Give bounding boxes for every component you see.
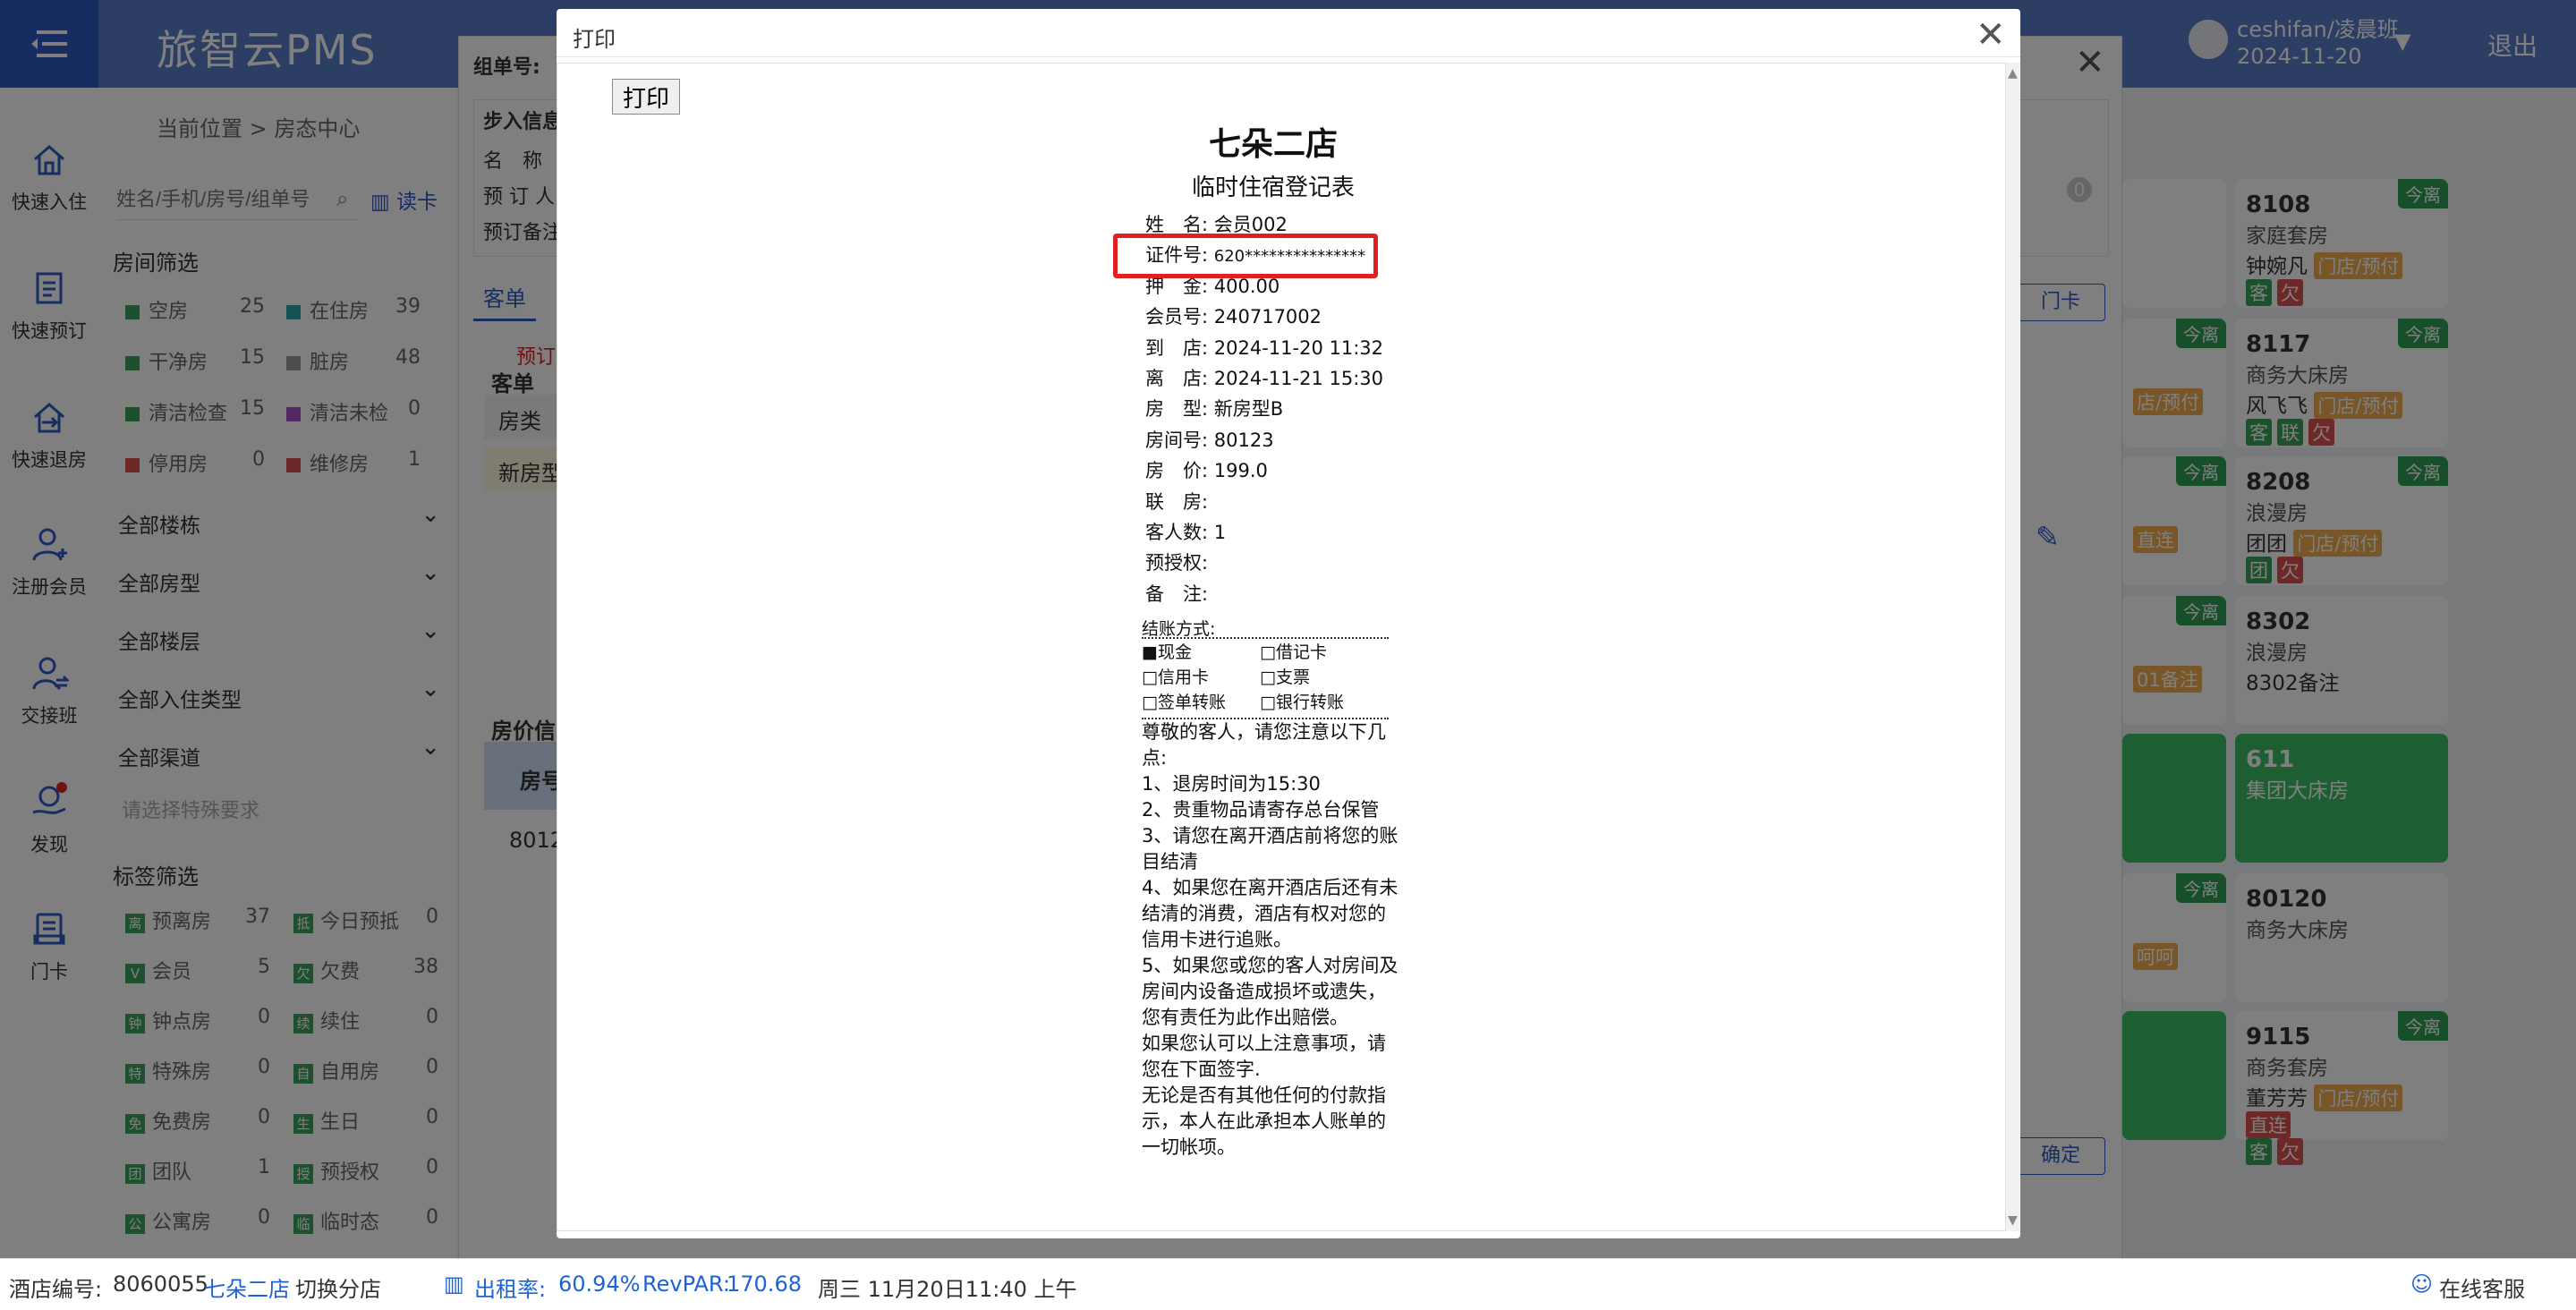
receipt-row: 预授权: (1145, 548, 1208, 578)
receipt-label: 房 价: (1145, 460, 1209, 482)
receipt-value: 80123 (1213, 429, 1274, 451)
print-dialog-title: 打印 (573, 27, 616, 52)
receipt-value: 新房型B (1213, 398, 1284, 421)
print-dialog: 打印 ✕ ▲ ▼ 打印 七朵二店 临时住宿登记表 姓 名: 会员002 证件号: … (557, 9, 2020, 1238)
receipt-row: 到 店: 2024-11-20 11:32 (1145, 333, 1383, 363)
receipt-notes: 尊敬的客人，请您注意以下几点: 1、退房时间为15:30 2、贵重物品请寄存总台… (1142, 721, 1399, 1158)
receipt-row: 房 价: 199.0 (1145, 455, 1268, 486)
revpar-value: 170.68 (727, 1272, 802, 1297)
scrollbar[interactable]: ▲ ▼ (2006, 63, 2020, 1231)
occupancy-value: 60.94% (558, 1272, 641, 1297)
bar-chart-icon: ▥ (444, 1272, 464, 1297)
receipt-label: 备 注: (1145, 583, 1209, 605)
receipt-label: 到 店: (1145, 336, 1209, 359)
scroll-up-icon[interactable]: ▲ (2008, 66, 2018, 81)
receipt-value: 2024-11-21 15:30 (1213, 368, 1384, 389)
scroll-down-icon[interactable]: ▼ (2008, 1213, 2018, 1228)
receipt-hotel-name: 七朵二店 (1208, 126, 1338, 163)
receipt-row: 离 店: 2024-11-21 15:30 (1145, 363, 1383, 394)
online-service-button[interactable]: 在线客服 (2439, 1272, 2525, 1303)
receipt-row: 会员号: 240717002 (1145, 302, 1322, 332)
receipt-label: 预授权: (1145, 552, 1209, 574)
close-icon[interactable]: ✕ (1976, 14, 2006, 55)
receipt-value: 会员002 (1213, 214, 1288, 235)
print-button[interactable]: 打印 (612, 79, 680, 115)
receipt-label: 房 型: (1145, 398, 1209, 421)
receipt-label: 姓 名: (1145, 214, 1209, 235)
receipt-row: 联 房: (1145, 487, 1208, 517)
print-dialog-header (557, 9, 2020, 57)
receipt-row: 房 型: 新房型B (1145, 394, 1283, 424)
revpar-label: RevPAR: (642, 1272, 730, 1297)
receipt-label: 押 金: (1145, 275, 1209, 297)
receipt-label: 会员号: (1145, 306, 1209, 328)
receipt-row: 客人数: 1 (1145, 517, 1226, 548)
receipt-row: 备 注: (1145, 579, 1208, 609)
receipt-value: 240717002 (1213, 306, 1322, 328)
payment-sign: □签单转账 (1142, 693, 1226, 712)
receipt-row: 房间号: 80123 (1145, 425, 1274, 455)
service-icon: ☺ (2410, 1272, 2434, 1297)
id-number-highlight (1113, 234, 1378, 278)
receipt-label: 客人数: (1145, 522, 1209, 543)
receipt-form-title: 临时住宿登记表 (1191, 174, 1355, 201)
hotel-name[interactable]: 七朵二店 (204, 1272, 290, 1303)
hotel-no: 8060055 (113, 1272, 208, 1297)
registration-receipt: 七朵二店 临时住宿登记表 姓 名: 会员002 证件号: 620*********… (1140, 122, 1407, 1190)
receipt-value: 1 (1213, 522, 1227, 543)
current-datetime: 周三 11月20日11:40 上午 (818, 1277, 1077, 1302)
receipt-value: 2024-11-20 11:32 (1213, 336, 1384, 359)
receipt-value: 199.0 (1213, 460, 1268, 482)
receipt-value: 400.00 (1213, 275, 1280, 297)
status-bar: 酒店编号: 8060055 七朵二店 切换分店 ▥ 出租率: 60.94% Re… (0, 1258, 2576, 1310)
occupancy-label: 出租率: (474, 1277, 547, 1302)
switch-branch-button[interactable]: 切换分店 (295, 1272, 381, 1303)
payment-bank: □银行转账 (1260, 693, 1344, 712)
receipt-label: 联 房: (1145, 490, 1209, 513)
receipt-label: 房间号: (1145, 429, 1209, 451)
receipt-label: 离 店: (1145, 368, 1209, 389)
hotel-no-label: 酒店编号: (9, 1277, 103, 1302)
